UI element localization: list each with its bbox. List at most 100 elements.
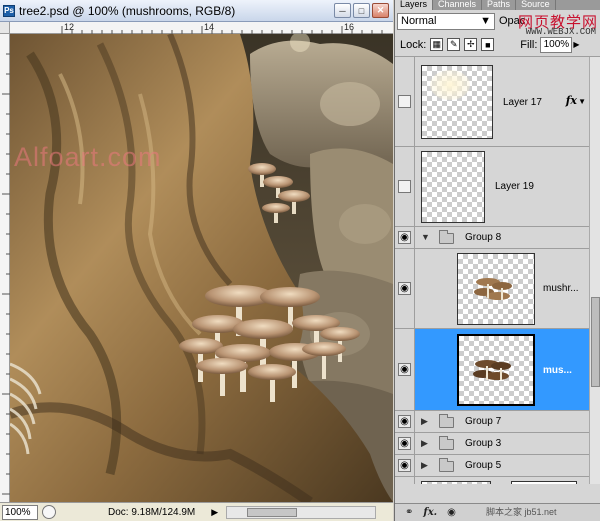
document-title: tree2.psd @ 100% (mushrooms, RGB/8) [19,3,236,18]
group-name[interactable]: Group 3 [465,438,501,449]
group-collapsed-arrow-icon[interactable]: ▶ [421,416,428,427]
visibility-cell[interactable]: ◉ [395,433,415,454]
eye-icon[interactable]: ◉ [398,415,411,428]
horizontal-scroll-thumb[interactable] [247,507,298,517]
chevron-down-icon: ▼ [480,15,491,27]
mask-icon[interactable]: ◉ [447,507,456,518]
layer-thumbnail [457,334,535,406]
layer-name[interactable]: Layer 17 [503,97,542,108]
group-row[interactable]: ◉ ▼ Group 8 [395,227,589,249]
blend-mode-select[interactable]: Normal ▼ [397,12,495,30]
status-options-icon[interactable] [42,505,56,519]
visibility-cell[interactable] [395,147,415,226]
ruler-number: 16 [344,22,355,32]
visibility-cell[interactable]: ◉ [395,249,415,328]
horizontal-scrollbar[interactable] [226,505,377,519]
folder-icon [439,458,454,472]
layer-name[interactable]: mus... [543,365,572,376]
group-row[interactable]: ◉ ▶ Group 5 [395,455,589,477]
layer-name[interactable]: Layer 19 [495,181,534,192]
layer-row-partial[interactable]: ◉ [395,477,589,484]
layer-mask-thumbnail [511,481,577,484]
eye-icon[interactable]: ◉ [398,459,411,472]
fx-icon[interactable]: fx [566,94,577,107]
group-name[interactable]: Group 8 [465,232,501,243]
layer-row[interactable]: Layer 17 fx ▼ [395,57,589,147]
ruler-number: 12 [64,22,75,32]
fx-expand-arrow-icon[interactable]: ▼ [578,97,586,106]
document-window: Ps tree2.psd @ 100% (mushrooms, RGB/8) ─… [0,0,393,521]
zoom-level-field[interactable]: 100% [2,504,38,520]
photoshop-workspace: Ps tree2.psd @ 100% (mushrooms, RGB/8) ─… [0,0,600,521]
visibility-cell[interactable]: ◉ [395,477,415,484]
lock-transparent-icon[interactable]: ▦ [430,38,444,51]
mushroom-thumbnail [474,278,512,300]
watermark-jb51: 脚本之家 jb51.net [486,507,557,517]
layer-thumbnail [421,151,485,223]
eye-icon[interactable]: ◉ [398,231,411,244]
document-canvas[interactable] [10,34,393,502]
ruler-origin[interactable] [0,22,10,34]
fx-icon[interactable]: fx. [423,507,437,518]
tab-layers[interactable]: Layers [395,0,434,10]
layer-thumbnail [457,253,535,325]
tab-paths[interactable]: Paths [482,0,517,10]
eye-icon[interactable]: ◉ [398,437,411,450]
fill-slider-arrow-icon[interactable]: ▶ [573,40,579,49]
layer-row[interactable]: ◉ mushr... [395,249,589,329]
document-statusbar: 100% Doc: 9.18M/124.9M ▶ [0,502,393,521]
layers-panel: Layers Channels Paths Source Normal ▼ Op… [394,0,600,521]
group-name[interactable]: Group 5 [465,460,501,471]
window-controls: ─ □ ✕ [334,3,389,18]
ruler-number: 14 [204,22,215,32]
group-collapsed-arrow-icon[interactable]: ▶ [421,438,428,449]
layers-scroll-thumb[interactable] [591,297,600,387]
minimize-button[interactable]: ─ [334,3,351,18]
folder-icon [439,436,454,450]
link-icon[interactable]: ⚭ [405,507,413,518]
visibility-cell[interactable]: ◉ [395,329,415,410]
fill-value-field[interactable]: 100% [540,36,573,53]
layers-list: Layer 17 fx ▼ Layer 19 ◉ ▼ Group 8 ◉ mus… [395,57,589,484]
eye-icon[interactable] [398,95,411,108]
eye-icon[interactable]: ◉ [398,282,411,295]
group-expanded-arrow-icon[interactable]: ▼ [421,232,430,242]
group-name[interactable]: Group 7 [465,416,501,427]
lock-row: Lock: ▦ ✎ ✢ ■ Fill: 100% ▶ [395,33,600,57]
blend-mode-value: Normal [401,15,437,27]
folder-icon [439,414,454,428]
photoshop-doc-icon: Ps [3,4,15,17]
layer-row[interactable]: Layer 19 [395,147,589,227]
document-size-info: Doc: 9.18M/124.9M [108,506,196,518]
lock-label: Lock: [400,38,427,51]
eye-icon[interactable] [398,180,411,193]
lock-paint-icon[interactable]: ✎ [447,38,461,51]
visibility-cell[interactable]: ◉ [395,455,415,476]
watermark-alfoart: Alfoart.com [14,142,162,172]
panel-tabs: Layers Channels Paths Source [395,0,600,10]
lock-all-icon[interactable]: ■ [481,38,495,51]
layer-name[interactable]: mushr... [543,283,579,294]
group-row[interactable]: ◉ ▶ Group 3 [395,433,589,455]
layers-vertical-scrollbar[interactable] [589,57,600,484]
lock-move-icon[interactable]: ✢ [464,38,478,51]
maximize-button[interactable]: □ [353,3,370,18]
visibility-cell[interactable]: ◉ [395,411,415,432]
tab-channels[interactable]: Channels [433,0,483,10]
group-row[interactable]: ◉ ▶ Group 7 [395,411,589,433]
ruler-ticks [2,53,10,495]
layer-row-selected[interactable]: ◉ mus... [395,329,589,411]
horizontal-ruler[interactable]: 12 14 16 [10,22,393,34]
status-menu-arrow-icon[interactable]: ▶ [211,507,218,518]
eye-icon[interactable]: ◉ [398,363,411,376]
group-collapsed-arrow-icon[interactable]: ▶ [421,460,428,471]
document-titlebar[interactable]: Ps tree2.psd @ 100% (mushrooms, RGB/8) ─… [0,0,393,22]
close-button[interactable]: ✕ [372,3,389,18]
tab-source[interactable]: Source [516,0,556,10]
fill-label: Fill: [520,38,538,51]
glow-thumbnail-content [430,70,470,100]
visibility-cell[interactable]: ◉ [395,227,415,248]
vertical-ruler[interactable] [0,34,10,502]
visibility-cell[interactable] [395,57,415,146]
folder-icon [439,230,454,244]
